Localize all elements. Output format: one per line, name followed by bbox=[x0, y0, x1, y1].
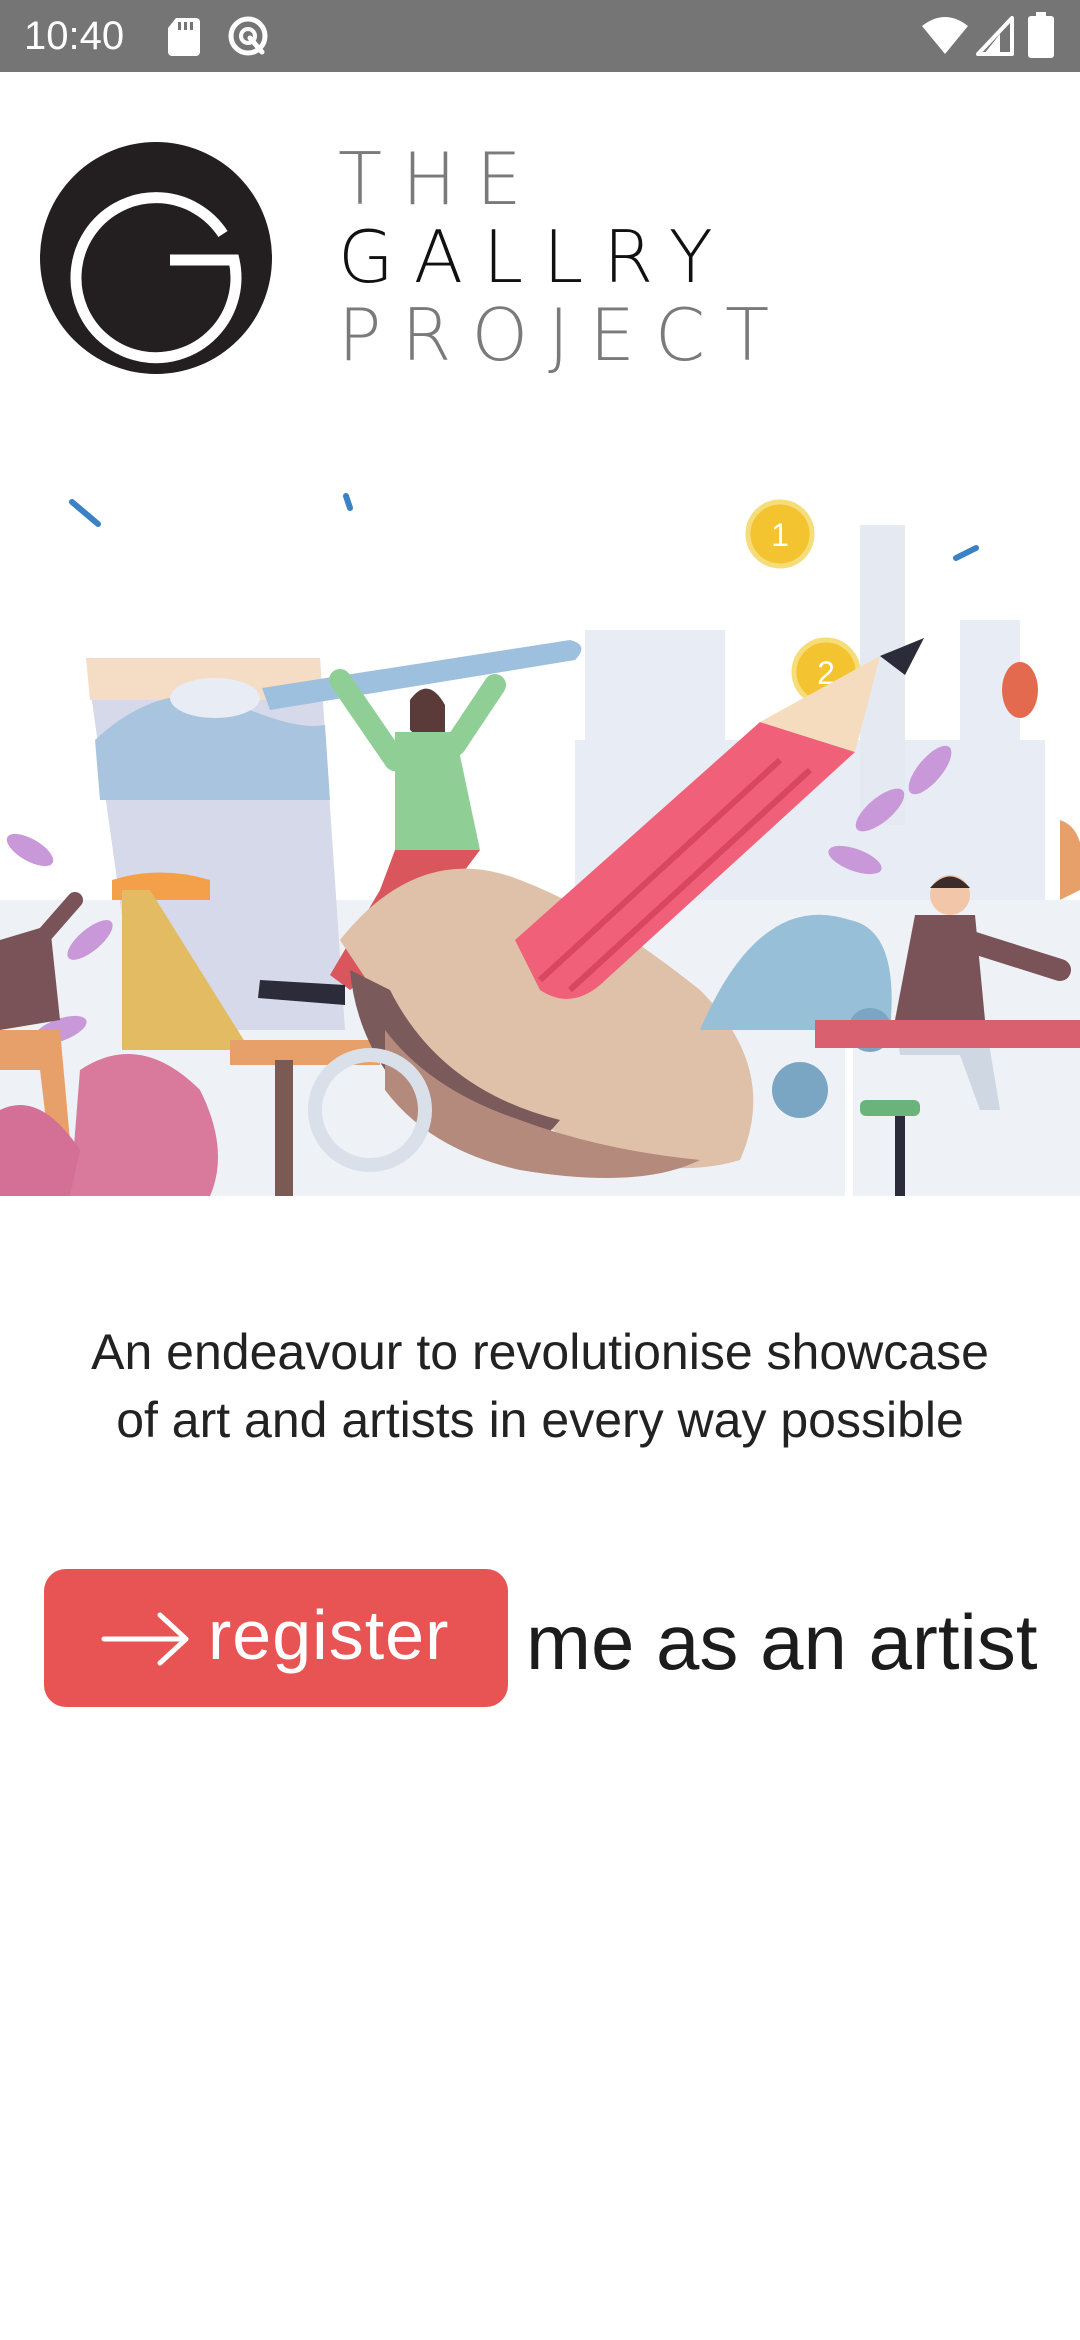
hero-badge-1: 1 bbox=[771, 517, 789, 553]
arrow-right-icon bbox=[101, 1612, 189, 1666]
sd-card-icon bbox=[168, 18, 200, 56]
tagline-line-2: of art and artists in every way possible bbox=[116, 1392, 964, 1448]
wifi-icon bbox=[922, 17, 968, 54]
register-button-label: register bbox=[208, 1596, 450, 1674]
register-suffix-text: me as an artist bbox=[526, 1598, 1038, 1686]
cell-signal-icon bbox=[976, 16, 1014, 56]
brand-line-gallry: GALLRY bbox=[338, 215, 733, 299]
gallry-g-logo-icon bbox=[40, 142, 272, 374]
sync-circle-icon bbox=[228, 16, 268, 56]
brand-wordmark: THE GALLRY PROJECT bbox=[338, 140, 789, 374]
brand-line-project: PROJECT bbox=[338, 293, 790, 377]
brand-line-the: THE bbox=[338, 137, 542, 221]
register-button[interactable]: register bbox=[44, 1569, 508, 1707]
status-time: 10:40 bbox=[24, 14, 125, 58]
tagline-line-1: An endeavour to revolutionise showcase bbox=[91, 1324, 989, 1380]
battery-icon bbox=[1028, 12, 1054, 58]
tagline: An endeavour to revolutionise showcase o… bbox=[30, 1318, 1050, 1454]
status-bar: 10:40 bbox=[0, 0, 1080, 72]
artists-illustration: 1 2 bbox=[0, 470, 1080, 1196]
